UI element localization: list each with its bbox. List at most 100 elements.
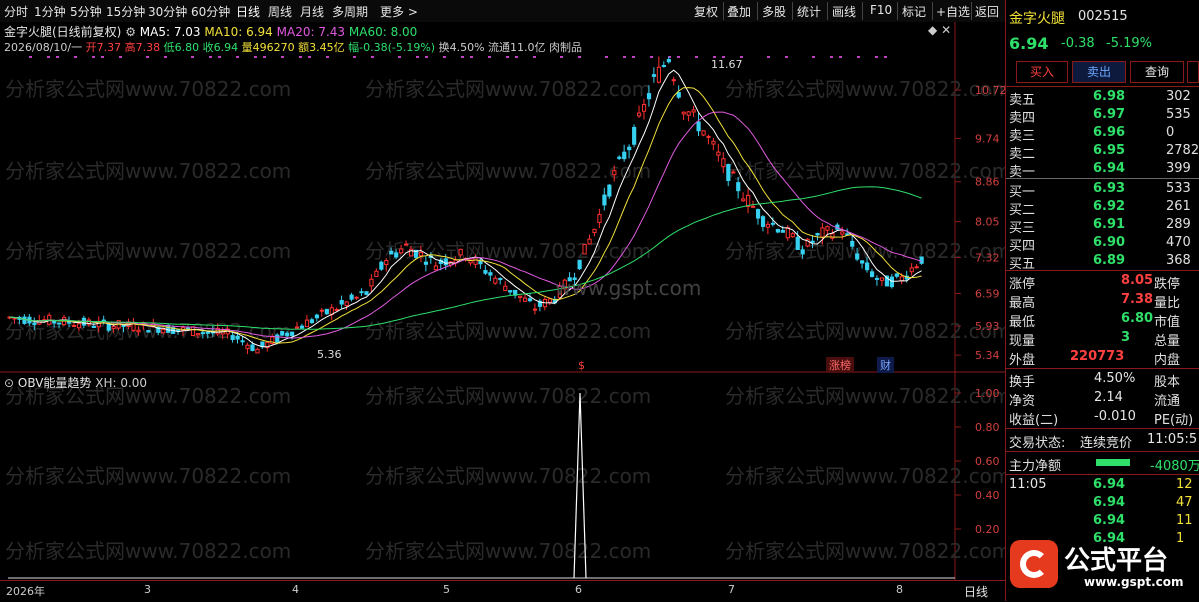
period-tab-daily[interactable]: 日线 — [236, 3, 260, 20]
candle-body — [349, 294, 354, 300]
bid-label: 买三 — [1009, 221, 1036, 236]
info-date: 2026/08/10/一 — [4, 41, 83, 54]
candle-body — [741, 198, 746, 202]
candle-body — [339, 300, 344, 305]
period-tab-15min[interactable]: 15分钟 — [106, 3, 145, 20]
event-dot — [263, 56, 266, 58]
candle-body — [354, 296, 359, 299]
ask-row: 卖二 6.95 2782 — [1006, 143, 1199, 162]
bid-price: 6.92 — [1093, 199, 1126, 214]
candle-body — [299, 325, 305, 329]
candle-body — [32, 322, 37, 325]
ask-label: 卖五 — [1009, 93, 1036, 108]
bid-price: 6.90 — [1093, 235, 1126, 250]
buy-button[interactable]: 买入 — [1016, 61, 1068, 83]
event-dot — [209, 56, 212, 58]
event-marker-s[interactable]: $ — [578, 359, 585, 372]
indicator-menu-icon[interactable]: ⊙ — [4, 376, 14, 390]
candle-body — [106, 323, 111, 331]
period-indicator[interactable]: 日线 — [964, 583, 988, 600]
candle-body — [914, 266, 919, 269]
event-dot — [416, 56, 419, 58]
candle-body — [309, 319, 315, 324]
info-turnover: 换4.50% — [438, 41, 485, 54]
main-netflow-row[interactable]: 主力净额 -4080万 — [1006, 455, 1199, 474]
draw-line-button[interactable]: 画线 — [832, 3, 856, 20]
tick-volume: 11 — [1176, 513, 1193, 528]
stat-label: 最高 — [1009, 296, 1036, 311]
period-tab-minute[interactable]: 分时 — [4, 3, 28, 20]
add-watchlist-button[interactable]: +自选 — [936, 3, 970, 20]
period-tab-more[interactable]: 更多 > — [380, 3, 418, 20]
chart-title: 金字火腿(日线前复权) — [4, 25, 122, 39]
f10-button[interactable]: F10 — [870, 3, 892, 17]
candle-body — [602, 194, 607, 206]
stat-value: 8.05 — [1121, 273, 1154, 288]
obv-indicator-chart[interactable]: 分析家公式网www.70822.com 分析家公式网www.70822.com 分析… — [0, 373, 1005, 580]
event-dot — [470, 56, 473, 58]
candle-body — [874, 277, 880, 280]
indicator-title[interactable]: OBV能量趋势 — [18, 376, 92, 390]
bid-price: 6.89 — [1093, 253, 1126, 268]
candle-body — [919, 256, 924, 264]
watermark-text: 分析家公式网www.70822.com — [365, 77, 651, 101]
candle-body — [617, 156, 622, 159]
period-tab-1min[interactable]: 1分钟 — [34, 3, 66, 20]
candle-body — [686, 111, 691, 116]
multi-stock-button[interactable]: 多股 — [762, 3, 786, 20]
chart-header: 金字火腿(日线前复权) ⚙ MA5: 7.03 MA10: 6.94 MA20:… — [4, 23, 417, 40]
stat-label: 量比 — [1154, 296, 1181, 311]
ask-row: 卖四 6.97 535 — [1006, 107, 1199, 126]
candle-body — [627, 146, 632, 151]
stat-label: 内盘 — [1154, 353, 1181, 368]
stock-code: 002515 — [1078, 9, 1128, 24]
period-tab-weekly[interactable]: 周线 — [268, 3, 292, 20]
query-button[interactable]: 查询 — [1130, 61, 1184, 83]
candle-body — [810, 240, 815, 244]
candle-body — [736, 182, 741, 192]
candle-body — [166, 324, 171, 333]
candle-body — [250, 344, 255, 351]
tick-volume: 12 — [1176, 477, 1193, 492]
stats-button[interactable]: 统计 — [797, 3, 821, 20]
candle-body — [656, 66, 662, 83]
adjust-button[interactable]: 复权 — [694, 3, 718, 20]
period-tab-multi[interactable]: 多周期 — [332, 3, 368, 20]
candle-body — [503, 285, 508, 291]
gainers-tag[interactable]: 涨榜 — [826, 357, 854, 373]
back-button[interactable]: 返回 — [975, 3, 999, 20]
scroll-right-icon[interactable] — [1187, 61, 1199, 83]
overlay-button[interactable]: 叠加 — [727, 3, 751, 20]
close-icon[interactable]: ✕ — [941, 23, 951, 37]
event-dot — [767, 56, 770, 58]
event-dot — [29, 56, 32, 58]
period-tab-monthly[interactable]: 月线 — [300, 3, 324, 20]
candle-body — [855, 253, 860, 260]
watermark-text: 分析家公式网www.70822.com — [725, 464, 1005, 488]
bid-volume: 368 — [1166, 253, 1191, 268]
event-dot — [506, 56, 509, 58]
settings-icon[interactable]: ⚙ — [125, 25, 136, 39]
ask-row: 卖五 6.98 302 — [1006, 89, 1199, 108]
sell-button[interactable]: 卖出 — [1072, 61, 1126, 83]
candle-body — [795, 236, 800, 251]
candle-body — [909, 267, 914, 273]
period-tab-30min[interactable]: 30分钟 — [148, 3, 187, 20]
candle-body — [582, 243, 587, 255]
xaxis-label-month: 5 — [443, 583, 450, 596]
stat-row: 最低 6.80 市值 — [1006, 311, 1199, 330]
candlestick-chart[interactable]: 分析家公式网www.70822.com 分析家公式网www.70822.com 分析… — [0, 22, 1005, 373]
watermark-text: 分析家公式网www.70822.com — [365, 384, 651, 408]
ask-row: 卖一 6.94 399 — [1006, 161, 1199, 180]
period-tab-60min[interactable]: 60分钟 — [191, 3, 230, 20]
pin-icon[interactable]: ◆ — [928, 23, 937, 37]
mark-button[interactable]: 标记 — [902, 3, 926, 20]
bid-volume: 533 — [1166, 181, 1191, 196]
candle-body — [527, 298, 533, 302]
ask-row: 卖三 6.96 0 — [1006, 125, 1199, 144]
financial-tag[interactable]: 财 — [877, 357, 894, 373]
period-tab-5min[interactable]: 5分钟 — [70, 3, 102, 20]
bid-volume: 470 — [1166, 235, 1191, 250]
bid-volume: 261 — [1166, 199, 1191, 214]
candle-body — [374, 270, 379, 277]
